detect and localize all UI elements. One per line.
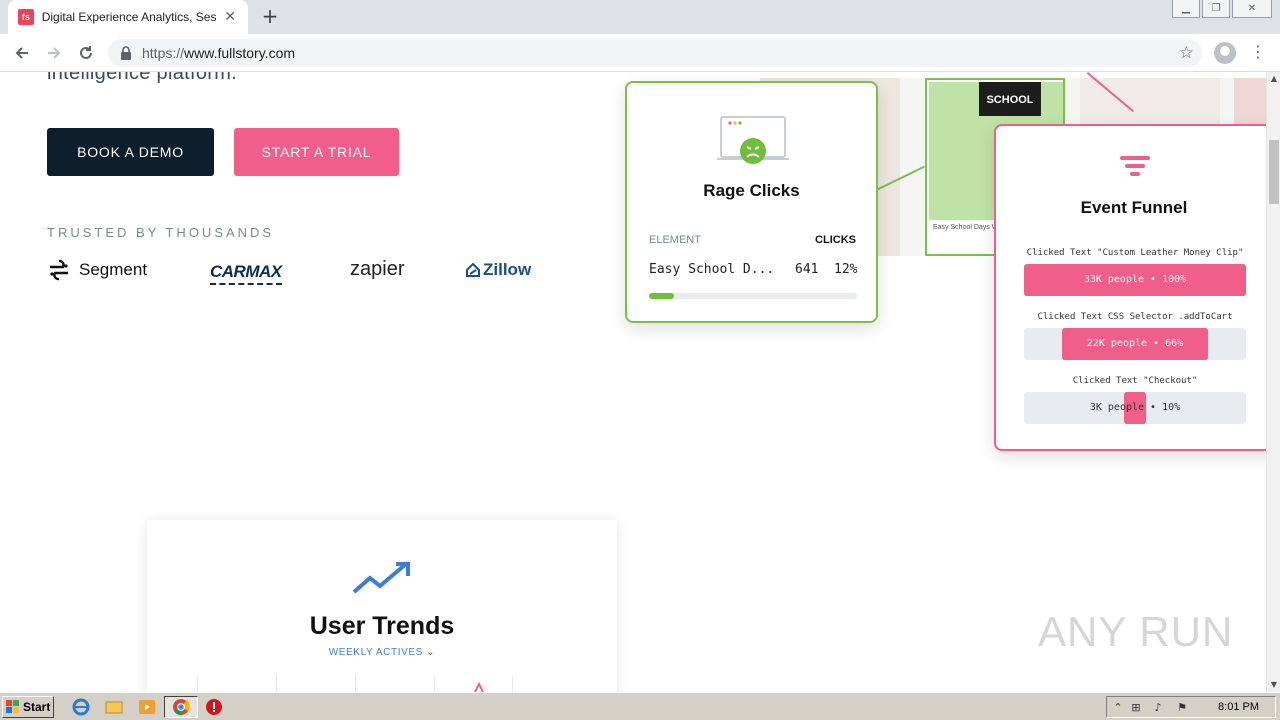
start-trial-button[interactable]: START A TRIAL: [234, 128, 399, 176]
trusted-heading: TRUSTED BY THOUSANDS: [47, 225, 275, 240]
chart-gridline: [197, 676, 198, 692]
element-column-header: ELEMENT: [649, 234, 701, 246]
rage-row-percent: 12%: [834, 262, 858, 277]
funnel-step-2: Clicked Text CSS Selector .addToCart 22K…: [1024, 312, 1246, 360]
segment-logo-icon: [50, 259, 68, 281]
start-label: Start: [23, 700, 51, 714]
flag-icon[interactable]: ⚑: [1175, 701, 1189, 715]
rage-progress-track: [649, 293, 857, 299]
chart-gridline: [276, 676, 277, 692]
zillow-logo-icon: [466, 263, 480, 277]
scroll-up-arrow-icon[interactable]: ▲: [1267, 72, 1280, 86]
hero-cut-text: intelligence platform.: [47, 72, 238, 84]
start-button[interactable]: Start: [2, 696, 54, 718]
carmax-logo: CARMAX: [210, 262, 282, 285]
chevron-down-icon: ⌄: [426, 647, 436, 658]
system-tray: ⌃ ⊞ ♪ ⚑ 8:01 PM: [1106, 696, 1276, 718]
browser-toolbar: https://www.fullstory.com ☆ ⋮: [0, 34, 1280, 72]
funnel-bar: 33K people • 100%: [1024, 264, 1246, 296]
windows-logo-icon: [6, 700, 19, 713]
event-funnel-card: Event Funnel Clicked Text "Custom Leathe…: [994, 124, 1266, 451]
funnel-step-label: Clicked Text "Custom Leather Money Clip": [1026, 248, 1244, 258]
back-arrow-icon[interactable]: [10, 41, 34, 65]
new-tab-icon[interactable]: +: [258, 5, 282, 29]
page-viewport: intelligence platform. BOOK A DEMO START…: [0, 72, 1266, 692]
tab-strip: fs Digital Experience Analytics, Session…: [0, 0, 1280, 34]
clicks-column-header: CLICKS: [815, 234, 856, 246]
funnel-step-3: Clicked Text "Checkout" 3K people • 10%: [1024, 376, 1246, 424]
network-icon[interactable]: ⊞: [1129, 701, 1143, 715]
angry-monitor-icon: [717, 116, 789, 164]
chart-gridline: [434, 676, 435, 692]
tab-close-icon[interactable]: ✕: [222, 9, 238, 25]
weekly-actives-label: WEEKLY ACTIVES: [328, 647, 423, 658]
stop-sign-icon[interactable]: [205, 698, 223, 716]
media-player-icon[interactable]: [138, 698, 156, 716]
rage-clicks-title: Rage Clicks: [703, 181, 800, 200]
scroll-thumb[interactable]: [1269, 140, 1279, 204]
taskbar-clock[interactable]: 8:01 PM: [1218, 701, 1259, 713]
rage-row-clicks: 641: [795, 262, 819, 277]
funnel-step-value: 33K people • 100%: [1083, 274, 1187, 285]
zillow-logo-text: Zillow: [483, 260, 532, 279]
event-funnel-title: Event Funnel: [1080, 198, 1188, 217]
user-trends-card: User Trends WEEKLY ACTIVES ⌄: [147, 520, 617, 692]
funnel-icon: [1120, 156, 1150, 176]
chart-gridline: [355, 676, 356, 692]
address-bar[interactable]: https://www.fullstory.com ☆: [108, 39, 1202, 67]
segment-logo: Segment: [47, 258, 147, 282]
weekly-actives-dropdown[interactable]: WEEKLY ACTIVES ⌄: [147, 647, 617, 658]
close-window-icon[interactable]: ✕: [1232, 0, 1272, 18]
forward-arrow-icon[interactable]: [42, 41, 66, 65]
internet-explorer-icon[interactable]: [72, 698, 90, 716]
funnel-bar: 3K people • 10%: [1024, 392, 1246, 424]
restore-icon[interactable]: ❐: [1202, 0, 1230, 18]
minimize-icon[interactable]: ▁: [1172, 0, 1200, 18]
funnel-bar: 22K people • 66%: [1024, 328, 1246, 360]
window-controls: ▁ ❐ ✕: [1170, 0, 1272, 20]
chalkboard-sign: SCHOOL: [979, 82, 1041, 116]
funnel-step-label: Clicked Text CSS Selector .addToCart: [1037, 312, 1233, 322]
windows-taskbar: Start ⌃ ⊞ ♪ ⚑ 8:01 PM: [0, 692, 1280, 720]
url-text: https://www.fullstory.com: [142, 45, 296, 61]
rage-row-element: Easy School D...: [649, 262, 775, 277]
volume-icon[interactable]: ♪: [1151, 701, 1165, 715]
bookmark-star-icon[interactable]: ☆: [1179, 43, 1194, 63]
lock-icon: [121, 46, 131, 60]
chart-gridline: [512, 676, 513, 692]
book-demo-button[interactable]: BOOK A DEMO: [47, 128, 214, 176]
trend-up-icon: [352, 562, 410, 594]
browser-menu-icon[interactable]: ⋮: [1250, 42, 1266, 64]
scroll-down-arrow-icon[interactable]: ▼: [1267, 678, 1280, 692]
trend-spike-mark: [473, 682, 485, 692]
user-trends-title: User Trends: [309, 612, 455, 640]
rage-clicks-card: Rage Clicks ELEMENT CLICKS Easy School D…: [625, 81, 878, 323]
chrome-icon: [173, 699, 190, 716]
chrome-taskbar-button[interactable]: [164, 696, 198, 718]
segment-logo-text: Segment: [79, 260, 148, 279]
zapier-logo: zapier: [350, 258, 405, 280]
browser-tab[interactable]: fs Digital Experience Analytics, Session…: [8, 0, 248, 34]
funnel-step-value: 3K people • 10%: [1089, 402, 1181, 413]
funnel-step-value: 22K people • 66%: [1086, 338, 1184, 349]
page-scrollbar[interactable]: ▲ ▼: [1266, 72, 1280, 692]
profile-avatar-icon[interactable]: [1214, 42, 1236, 64]
rage-progress-fill: [649, 293, 674, 299]
funnel-step-label: Clicked Text "Checkout": [1072, 376, 1198, 386]
tray-expand-icon[interactable]: ⌃: [1111, 701, 1125, 715]
funnel-step-1: Clicked Text "Custom Leather Money Clip"…: [1024, 248, 1246, 296]
reload-icon[interactable]: [74, 41, 98, 65]
folder-icon[interactable]: [105, 698, 123, 716]
anyrun-watermark: ANY RUN: [1038, 608, 1234, 655]
fullstory-favicon-icon: fs: [18, 9, 34, 25]
tab-title: Digital Experience Analytics, Session Re…: [41, 10, 217, 24]
zillow-logo: Zillow: [466, 260, 531, 280]
